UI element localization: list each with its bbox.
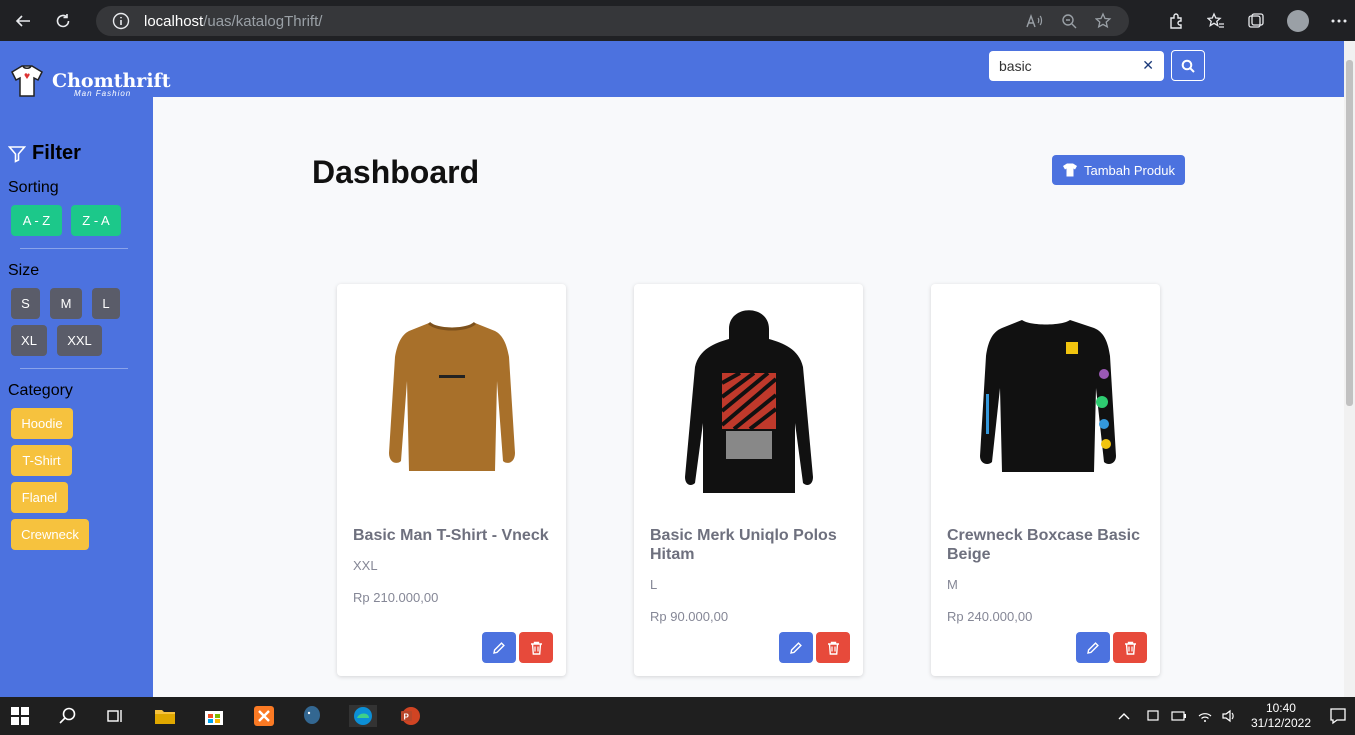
product-size: XXL	[353, 558, 378, 573]
refresh-icon[interactable]	[46, 4, 80, 38]
address-bar[interactable]: localhost/uas/katalogThrift/	[96, 6, 1129, 36]
top-navbar	[153, 41, 1344, 97]
search-value: basic	[999, 58, 1032, 74]
network-icon[interactable]	[1145, 708, 1161, 724]
system-tray: 10:40 31/12/2022	[1117, 697, 1347, 735]
pencil-icon	[790, 641, 802, 654]
extensions-icon[interactable]	[1167, 12, 1185, 30]
product-image	[931, 284, 1160, 514]
favorites-icon[interactable]	[1207, 11, 1225, 30]
category-flanel-button[interactable]: Flanel	[11, 482, 68, 513]
product-image	[634, 284, 863, 514]
taskbar: P 10:40 31/12/2022	[0, 697, 1355, 735]
product-price: Rp 90.000,00	[650, 609, 729, 624]
size-s-button[interactable]: S	[11, 288, 40, 319]
search-input[interactable]: basic ✕	[989, 51, 1164, 81]
pencil-icon	[1087, 641, 1099, 654]
add-favorite-icon[interactable]	[1095, 12, 1113, 30]
filter-title-label: Filter	[32, 142, 81, 164]
category-hoodie-button[interactable]: Hoodie	[11, 408, 73, 439]
wifi-icon[interactable]	[1197, 708, 1213, 724]
size-xxl-button[interactable]: XXL	[57, 325, 102, 356]
notification-icon[interactable]	[1329, 707, 1347, 725]
size-m-button[interactable]: M	[50, 288, 82, 319]
file-explorer-icon[interactable]	[153, 705, 177, 727]
more-icon[interactable]	[1331, 13, 1347, 29]
task-view-icon[interactable]	[103, 705, 127, 727]
url-path: /uas/katalogThrift/	[203, 12, 323, 30]
add-product-label: Tambah Produk	[1083, 162, 1176, 178]
profile-avatar[interactable]	[1287, 9, 1309, 32]
page-title: Dashboard	[312, 154, 480, 190]
product-card: Basic Man T-Shirt - Vneck XXL Rp 210.000…	[337, 284, 566, 676]
product-card: Basic Merk Uniqlo Polos Hitam L Rp 90.00…	[634, 284, 863, 676]
clock-time: 10:40	[1265, 701, 1296, 715]
xampp-icon[interactable]	[252, 705, 276, 727]
trash-icon	[827, 641, 839, 655]
sort-az-button[interactable]: A - Z	[11, 205, 62, 236]
svg-text:P: P	[404, 713, 410, 722]
delete-button[interactable]	[519, 632, 553, 663]
search-button[interactable]	[1171, 50, 1205, 81]
powerpoint-icon[interactable]: P	[398, 705, 422, 727]
sorting-label: Sorting	[8, 179, 59, 196]
volume-icon[interactable]	[1221, 708, 1237, 724]
postgres-icon[interactable]	[300, 705, 324, 727]
filter-title: Filter	[8, 142, 81, 165]
url-host: localhost	[144, 12, 204, 30]
size-l-button[interactable]: L	[92, 288, 120, 319]
tshirt-icon	[1062, 163, 1077, 177]
store-icon[interactable]	[202, 705, 226, 727]
read-aloud-icon[interactable]	[1025, 13, 1043, 29]
trash-icon	[1124, 641, 1136, 655]
divider	[20, 248, 128, 249]
sort-za-button[interactable]: Z - A	[71, 205, 121, 236]
edit-button[interactable]	[779, 632, 813, 663]
pencil-icon	[493, 641, 505, 654]
product-title: Basic Man T-Shirt - Vneck	[353, 527, 549, 544]
filter-icon	[8, 145, 26, 163]
scrollbar[interactable]	[1344, 41, 1355, 697]
size-label: Size	[8, 262, 40, 279]
brand-tagline: Man Fashion	[74, 89, 132, 98]
clock[interactable]: 10:40 31/12/2022	[1251, 701, 1311, 731]
search-icon	[1181, 59, 1195, 73]
sidebar	[0, 41, 153, 697]
product-price: Rp 210.000,00	[353, 590, 439, 605]
back-icon[interactable]	[6, 4, 40, 38]
delete-button[interactable]	[816, 632, 850, 663]
battery-icon[interactable]	[1171, 708, 1187, 724]
product-title: Crewneck Boxcase Basic Beige	[947, 527, 1140, 563]
category-tshirt-button[interactable]: T-Shirt	[11, 445, 72, 476]
clock-date: 31/12/2022	[1250, 716, 1311, 730]
info-icon[interactable]	[112, 12, 130, 30]
product-title: Basic Merk Uniqlo Polos Hitam	[650, 527, 837, 563]
size-xl-button[interactable]: XL	[11, 325, 47, 356]
divider	[20, 368, 128, 369]
category-label: Category	[8, 382, 73, 399]
collections-icon[interactable]	[1247, 12, 1265, 30]
tshirt-logo-icon	[11, 65, 43, 97]
trash-icon	[530, 641, 542, 655]
brand[interactable]: Chomthrift Man Fashion	[4, 58, 170, 104]
product-image	[337, 284, 566, 514]
zoom-icon[interactable]	[1061, 13, 1077, 29]
edit-button[interactable]	[1076, 632, 1110, 663]
product-card: Crewneck Boxcase Basic Beige M Rp 240.00…	[931, 284, 1160, 676]
product-size: L	[650, 577, 658, 592]
delete-button[interactable]	[1113, 632, 1147, 663]
clear-icon[interactable]: ✕	[1142, 57, 1154, 74]
edge-icon[interactable]	[349, 705, 377, 727]
add-product-button[interactable]: Tambah Produk	[1052, 155, 1185, 185]
chevron-up-icon[interactable]	[1117, 709, 1131, 723]
edit-button[interactable]	[482, 632, 516, 663]
windows-start-icon[interactable]	[8, 705, 32, 727]
product-size: M	[947, 577, 958, 592]
category-crewneck-button[interactable]: Crewneck	[11, 519, 89, 550]
product-price: Rp 240.000,00	[947, 609, 1033, 624]
search-icon[interactable]	[56, 705, 80, 727]
brand-name: Chomthrift	[52, 69, 171, 92]
browser-toolbar: localhost/uas/katalogThrift/	[0, 0, 1355, 41]
